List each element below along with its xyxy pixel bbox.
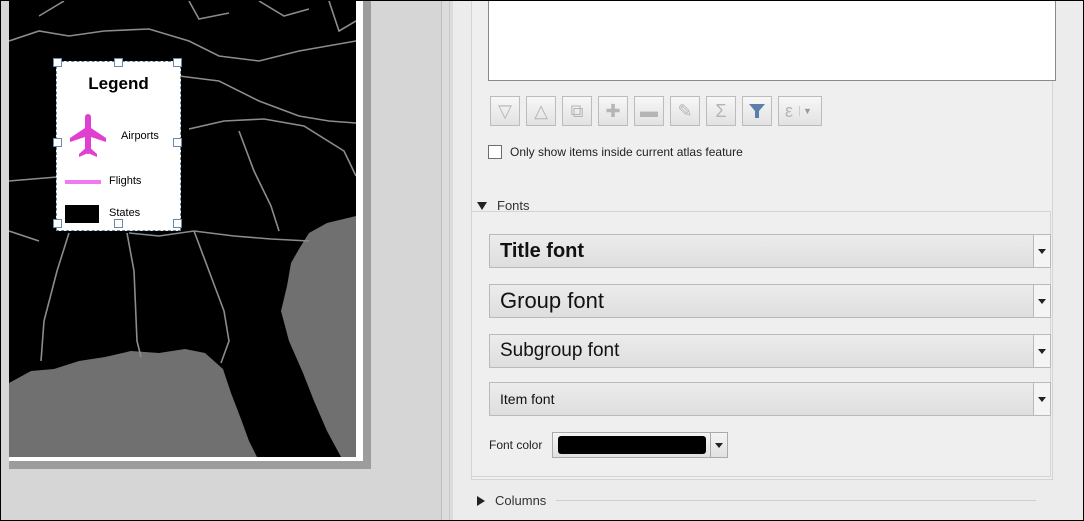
add-group-icon: ⧉ <box>570 100 584 121</box>
legend-label-airports: Airports <box>121 130 159 142</box>
item-font-label: Item font <box>500 391 555 407</box>
group-font-label: Group font <box>500 288 604 313</box>
resize-handle[interactable] <box>53 58 62 67</box>
chevron-down-icon <box>1038 396 1046 402</box>
count-features-button[interactable]: Σ <box>706 96 736 126</box>
chevron-down-icon[interactable]: ▼ <box>799 106 812 116</box>
subgroup-font-button[interactable]: Subgroup font <box>489 334 1051 368</box>
legend-items-tree[interactable] <box>488 1 1056 81</box>
expand-arrow-icon <box>477 495 485 506</box>
group-font-dropdown[interactable] <box>1033 285 1050 317</box>
resize-handle[interactable] <box>173 138 182 147</box>
remove-item-button[interactable]: ▬ <box>634 96 664 126</box>
font-color-label: Font color <box>489 438 543 452</box>
resize-handle[interactable] <box>53 219 62 228</box>
font-color-swatch <box>558 436 707 454</box>
legend-title: Legend <box>88 74 149 93</box>
move-down-button[interactable]: ▽ <box>490 96 520 126</box>
resize-handle[interactable] <box>114 219 123 228</box>
atlas-filter-label: Only show items inside current atlas fea… <box>510 145 743 159</box>
expression-icon: ε <box>785 100 794 121</box>
edit-item-icon: ✎ <box>677 100 693 121</box>
collapse-arrow-icon <box>477 201 487 210</box>
add-item-icon: ✚ <box>605 100 621 121</box>
legend-properties-panel: ▽ △ ⧉ ✚ ▬ ✎ Σ ε ▼ Only show items inside… <box>453 1 1083 520</box>
chevron-down-icon <box>1038 248 1046 254</box>
subgroup-font-label: Subgroup font <box>500 340 620 361</box>
font-color-row: Font color <box>489 432 729 458</box>
edit-item-button[interactable]: ✎ <box>670 96 700 126</box>
title-font-label: Title font <box>500 239 585 262</box>
resize-handle[interactable] <box>114 58 123 67</box>
legend-label-states: States <box>109 207 141 219</box>
font-color-dropdown[interactable] <box>710 433 727 457</box>
app-window: Legend Airports Flights States ▽ △ ⧉ ✚ ▬… <box>0 0 1084 521</box>
add-item-button[interactable]: ✚ <box>598 96 628 126</box>
chevron-down-icon <box>1038 348 1046 354</box>
move-up-icon: △ <box>534 100 548 121</box>
splitter[interactable] <box>441 1 442 520</box>
title-font-button[interactable]: Title font <box>489 234 1051 268</box>
filter-button[interactable] <box>742 96 772 126</box>
airplane-icon <box>70 114 106 157</box>
layout-canvas[interactable]: Legend Airports Flights States <box>1 1 441 520</box>
resize-handle[interactable] <box>53 138 62 147</box>
legend-label-flights: Flights <box>109 175 142 187</box>
subgroup-font-dropdown[interactable] <box>1033 335 1050 367</box>
resize-handle[interactable] <box>173 58 182 67</box>
states-fill-symbol <box>65 205 99 223</box>
columns-section-label: Columns <box>495 493 547 508</box>
chevron-down-icon <box>715 442 724 448</box>
move-down-icon: ▽ <box>498 100 512 121</box>
legend-items-toolbar: ▽ △ ⧉ ✚ ▬ ✎ Σ ε ▼ <box>490 96 822 130</box>
add-group-button[interactable]: ⧉ <box>562 96 592 126</box>
columns-section-header[interactable]: Columns <box>477 493 1037 508</box>
atlas-filter-checkbox[interactable] <box>488 145 502 159</box>
splitter-edge <box>449 1 450 520</box>
sum-icon: Σ <box>715 100 727 121</box>
atlas-filter-row[interactable]: Only show items inside current atlas fea… <box>488 145 743 159</box>
group-font-button[interactable]: Group font <box>489 284 1051 318</box>
remove-item-icon: ▬ <box>640 100 658 121</box>
resize-handle[interactable] <box>173 219 182 228</box>
legend-box[interactable]: Legend Airports Flights States <box>53 58 182 231</box>
expression-filter-button[interactable]: ε ▼ <box>778 96 822 126</box>
chevron-down-icon <box>1038 298 1046 304</box>
filter-icon <box>749 104 765 118</box>
item-font-button[interactable]: Item font <box>489 382 1051 416</box>
font-color-button[interactable] <box>552 432 729 458</box>
title-font-dropdown[interactable] <box>1033 235 1050 267</box>
section-divider <box>556 500 1037 501</box>
move-up-button[interactable]: △ <box>526 96 556 126</box>
flights-line-symbol <box>65 180 101 184</box>
item-font-dropdown[interactable] <box>1033 383 1050 415</box>
